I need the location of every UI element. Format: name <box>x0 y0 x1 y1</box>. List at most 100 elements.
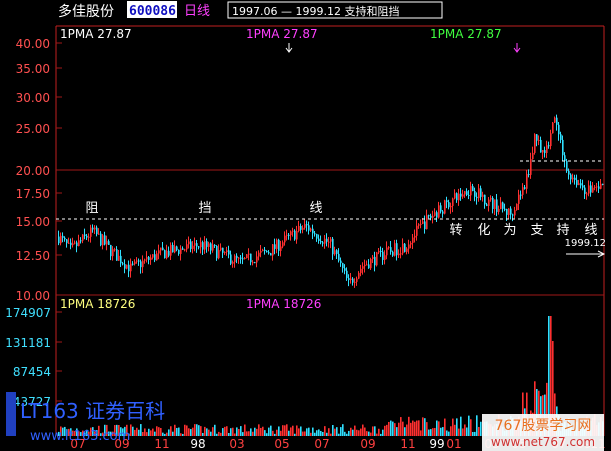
end-date-label: 1999.12 <box>565 238 606 249</box>
candle-body <box>290 231 292 236</box>
candle-body <box>564 155 566 162</box>
candle-body <box>282 242 284 247</box>
volume-bar <box>266 433 268 436</box>
candle-body <box>158 250 160 254</box>
candle-body <box>146 256 148 260</box>
candle-body <box>196 243 198 247</box>
volume-bar <box>274 433 276 436</box>
candle-body <box>72 243 74 246</box>
candle-body <box>150 257 152 261</box>
candle-body <box>294 230 296 240</box>
candle-body <box>114 249 116 251</box>
candle-body <box>144 259 146 261</box>
stock-code: 600086 <box>129 4 176 19</box>
candle-body <box>570 174 572 180</box>
candle-body <box>368 264 370 269</box>
volume-tick-label: 131181 <box>5 336 51 350</box>
candle-body <box>212 244 214 251</box>
price-ma-label: 1PMA 27.87 <box>430 27 502 41</box>
candle-body <box>280 246 282 251</box>
volume-bar <box>416 420 418 436</box>
candle-body <box>378 250 380 253</box>
volume-bar <box>228 432 230 436</box>
x-axis-label: 11 <box>154 437 169 451</box>
candle-body <box>232 261 234 264</box>
volume-bar <box>314 432 316 436</box>
volume-bar <box>394 423 396 436</box>
volume-bar <box>418 420 420 436</box>
candle-body <box>538 139 540 141</box>
volume-bar <box>178 427 180 436</box>
candle-body <box>128 264 130 272</box>
candle-body <box>588 185 590 194</box>
period-label[interactable]: 日线 <box>184 4 210 19</box>
candle-body <box>326 238 328 242</box>
candle-body <box>266 251 268 253</box>
x-axis-label: 03 <box>229 437 244 451</box>
candle-body <box>350 278 352 281</box>
volume-bar <box>332 425 334 436</box>
candle-body <box>224 252 226 254</box>
candle-body <box>514 210 516 216</box>
candle-body <box>244 257 246 259</box>
support-label-char: 化 <box>477 223 490 238</box>
price-ma-label: 1PMA 27.87 <box>246 27 318 41</box>
candle-body <box>110 244 112 257</box>
candle-body <box>332 238 334 255</box>
candle-body <box>226 250 228 253</box>
volume-bar <box>312 427 314 436</box>
candle-body <box>582 185 584 188</box>
volume-bar <box>362 424 364 436</box>
x-axis-label: 11 <box>400 437 415 451</box>
volume-bar <box>168 429 170 436</box>
candle-body <box>408 244 410 249</box>
candle-body <box>106 241 108 245</box>
volume-bar <box>352 429 354 436</box>
candle-body <box>298 225 300 232</box>
volume-bar <box>150 430 152 436</box>
volume-bar <box>348 430 350 436</box>
candle-body <box>362 266 364 269</box>
candle-body <box>594 186 596 188</box>
volume-bar <box>460 416 462 436</box>
candle-body <box>390 247 392 252</box>
candle-body <box>300 225 302 230</box>
candle-body <box>504 208 506 210</box>
candle-body <box>254 262 256 264</box>
volume-bar <box>436 420 438 436</box>
candle-body <box>170 244 172 256</box>
volume-bar <box>292 425 294 436</box>
candle-body <box>520 194 522 196</box>
candle-body <box>62 235 64 238</box>
volume-bar <box>346 433 348 436</box>
candle-body <box>60 235 62 244</box>
volume-bar <box>160 427 162 436</box>
volume-bar <box>188 428 190 436</box>
volume-tick-label: 87454 <box>13 365 51 379</box>
candle-body <box>220 247 222 251</box>
volume-bar <box>414 421 416 436</box>
candle-body <box>322 242 324 244</box>
candle-body <box>562 139 564 156</box>
candle-body <box>268 252 270 254</box>
candle-body <box>420 223 422 225</box>
candle-body <box>122 263 124 265</box>
volume-bar <box>306 428 308 436</box>
x-axis-label: 99 <box>429 437 444 451</box>
candle-body <box>482 194 484 197</box>
candle-body <box>480 188 482 197</box>
candle-body <box>100 233 102 246</box>
volume-bar <box>260 427 262 436</box>
volume-bar <box>212 427 214 436</box>
volume-bar <box>438 421 440 436</box>
candle-body <box>550 133 552 147</box>
volume-bar <box>302 431 304 436</box>
candle-body <box>524 187 526 189</box>
candle-body <box>242 258 244 260</box>
x-axis-label: 07 <box>314 437 329 451</box>
candle-body <box>600 183 602 189</box>
candle-body <box>236 255 238 259</box>
volume-bar <box>194 424 196 436</box>
volume-bar <box>134 429 136 436</box>
candle-body <box>540 139 542 153</box>
